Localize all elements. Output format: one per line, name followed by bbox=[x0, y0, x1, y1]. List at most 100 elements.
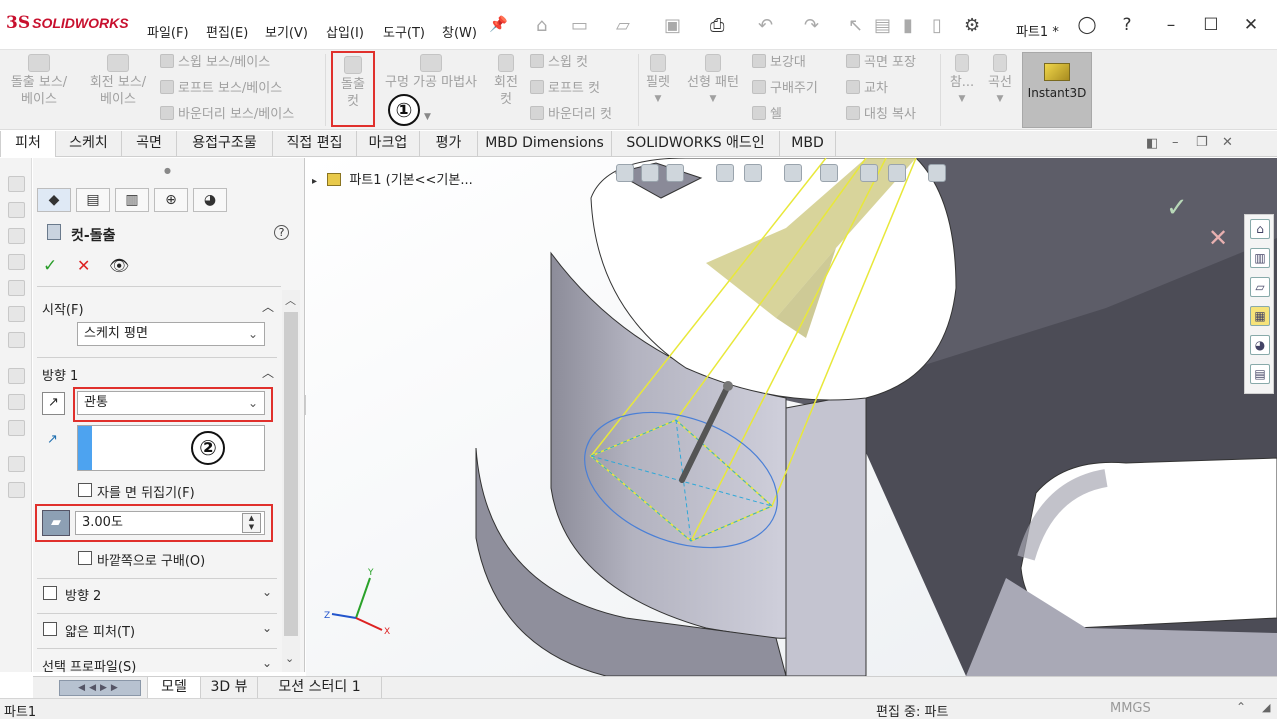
strip-tool-icon[interactable] bbox=[8, 482, 25, 498]
strip-tool-icon[interactable] bbox=[8, 420, 25, 436]
open-folder-icon[interactable]: ▱ bbox=[616, 15, 630, 36]
hide-show-items-icon[interactable] bbox=[820, 164, 838, 182]
edit-appearance-icon[interactable] bbox=[860, 164, 878, 182]
status-units[interactable]: MMGS bbox=[1110, 701, 1151, 716]
zoom-to-area-icon[interactable] bbox=[641, 164, 659, 182]
custom-properties-icon[interactable]: ▤ bbox=[1250, 364, 1270, 384]
tab-direct-editing[interactable]: 직접 편집 bbox=[273, 131, 357, 157]
view-settings-icon[interactable] bbox=[928, 164, 946, 182]
swept-cut-button[interactable]: 스윕 컷 bbox=[530, 54, 588, 71]
new-document-icon[interactable]: ▭ bbox=[571, 15, 588, 36]
tab-solidworks-addins[interactable]: SOLIDWORKS 애드인 bbox=[612, 131, 780, 157]
draft-button[interactable]: 구배주기 bbox=[752, 80, 818, 97]
collapse-direction1-icon[interactable]: ︿ bbox=[262, 364, 274, 381]
units-dropdown-icon[interactable]: ⌃ bbox=[1236, 700, 1246, 714]
direction2-checkbox[interactable] bbox=[43, 586, 57, 600]
tab-model[interactable]: 모델 bbox=[147, 677, 201, 699]
feature-manager-tab-icon[interactable]: ◆ bbox=[37, 188, 71, 212]
rebuild-icon[interactable]: ▤ bbox=[874, 15, 891, 36]
reference-geometry-button[interactable]: 참... ▼ bbox=[944, 54, 980, 108]
rib-button[interactable]: 보강대 bbox=[752, 54, 806, 71]
strip-tool-icon[interactable] bbox=[8, 368, 25, 384]
strip-tool-icon[interactable] bbox=[8, 202, 25, 218]
previous-view-icon[interactable] bbox=[666, 164, 684, 182]
display-style-icon[interactable] bbox=[784, 164, 802, 182]
wrap-button[interactable]: 곡면 포장 bbox=[846, 54, 916, 71]
tab-markup[interactable]: 마크업 bbox=[357, 131, 420, 157]
close-button[interactable]: ✕ bbox=[1240, 14, 1262, 36]
reverse-direction-icon[interactable]: ↗ bbox=[42, 392, 65, 415]
detailed-preview-eye-icon[interactable]: 👁 bbox=[109, 256, 129, 275]
linear-pattern-button[interactable]: 선형 패턴 ▼ bbox=[680, 54, 746, 108]
menu-tools[interactable]: 도구(T) bbox=[383, 22, 425, 41]
panel-scrollbar[interactable]: ︿ ⌄ bbox=[282, 290, 300, 672]
traffic-light-icon[interactable]: ▮ bbox=[903, 15, 913, 36]
maximize-button[interactable]: ☐ bbox=[1200, 14, 1222, 36]
end-condition-dropdown[interactable]: 관통 ⌄ bbox=[77, 391, 265, 415]
zoom-to-fit-icon[interactable] bbox=[616, 164, 634, 182]
select-arrow-icon[interactable]: ↖ bbox=[848, 15, 863, 36]
boundary-boss-button[interactable]: 바운더리 보스/베이스 bbox=[160, 106, 294, 123]
expand-direction2-icon[interactable]: ⌄ bbox=[262, 585, 272, 599]
doc-close-icon[interactable]: ✕ bbox=[1222, 135, 1233, 150]
lofted-boss-button[interactable]: 로프트 보스/베이스 bbox=[160, 80, 282, 97]
mirror-button[interactable]: 대칭 복사 bbox=[846, 106, 916, 123]
lofted-cut-button[interactable]: 로프트 컷 bbox=[530, 80, 600, 97]
hole-wizard-button[interactable]: 구멍 가공 마법사 bbox=[376, 54, 486, 91]
minimize-button[interactable]: – bbox=[1160, 14, 1182, 36]
curves-button[interactable]: 곡선 ▼ bbox=[982, 54, 1018, 108]
scroll-down-icon[interactable]: ⌄ bbox=[285, 652, 294, 665]
draft-outward-checkbox[interactable] bbox=[78, 551, 92, 565]
tab-evaluate[interactable]: 평가 bbox=[420, 131, 478, 157]
strip-tool-icon[interactable] bbox=[8, 176, 25, 192]
linear-pattern-dropdown-icon[interactable]: ▼ bbox=[680, 91, 746, 108]
start-section-label[interactable]: 시작(F) bbox=[42, 299, 84, 318]
revolved-boss-button[interactable]: 회전 보스/ 베이스 bbox=[84, 54, 152, 108]
menu-edit[interactable]: 편집(E) bbox=[206, 22, 248, 41]
direction1-section-label[interactable]: 방향 1 bbox=[42, 365, 78, 384]
extruded-cut-button[interactable]: 돌출 컷 bbox=[331, 51, 375, 127]
strip-tool-icon[interactable] bbox=[8, 332, 25, 348]
tab-mbd[interactable]: MBD bbox=[780, 131, 836, 157]
file-properties-icon[interactable]: ▯ bbox=[932, 15, 942, 36]
file-explorer-icon[interactable]: ▱ bbox=[1250, 277, 1270, 297]
hole-wizard-dropdown-icon[interactable]: ▼ bbox=[424, 112, 431, 122]
scrollbar-thumb[interactable] bbox=[284, 312, 298, 636]
boundary-cut-button[interactable]: 바운더리 컷 bbox=[530, 106, 612, 123]
tab-3d-views[interactable]: 3D 뷰 bbox=[201, 677, 258, 699]
help-balloon-icon[interactable]: ◢ bbox=[1262, 701, 1270, 714]
solidworks-logo[interactable]: 3S SOLIDWORKS bbox=[6, 12, 129, 34]
draft-angle-input[interactable]: 3.00도 ▲ ▼ bbox=[75, 511, 265, 535]
panel-toggle-icon[interactable]: ◧ bbox=[1146, 136, 1158, 151]
curves-dropdown-icon[interactable]: ▼ bbox=[982, 91, 1018, 108]
menu-window[interactable]: 창(W) bbox=[442, 22, 477, 41]
start-condition-dropdown[interactable]: 스케치 평면 ⌄ bbox=[77, 322, 265, 346]
extruded-boss-button[interactable]: 돌출 보스/ 베이스 bbox=[8, 54, 70, 108]
tab-surfaces[interactable]: 곡면 bbox=[122, 131, 177, 157]
home-icon[interactable]: ⌂ bbox=[536, 15, 547, 36]
help-icon[interactable]: ? bbox=[274, 225, 289, 240]
redo-icon[interactable]: ↷ bbox=[804, 15, 819, 36]
section-view-icon[interactable] bbox=[716, 164, 734, 182]
home-icon[interactable]: ⌂ bbox=[1250, 219, 1270, 239]
save-icon[interactable]: ▣ bbox=[664, 15, 681, 36]
fillet-dropdown-icon[interactable]: ▼ bbox=[640, 91, 676, 108]
configuration-manager-tab-icon[interactable]: ▥ bbox=[115, 188, 149, 212]
tab-scroll-arrows-icon[interactable]: ◀◀▶▶ bbox=[59, 680, 141, 696]
menu-view[interactable]: 보기(V) bbox=[265, 22, 308, 41]
menu-file[interactable]: 파일(F) bbox=[147, 22, 189, 41]
tab-features[interactable]: 피처 bbox=[0, 131, 56, 157]
intersect-button[interactable]: 교차 bbox=[846, 80, 888, 97]
options-gear-icon[interactable]: ⚙ bbox=[964, 15, 980, 36]
dimxpert-manager-tab-icon[interactable]: ⊕ bbox=[154, 188, 188, 212]
tab-motion-study[interactable]: 모션 스터디 1 bbox=[258, 677, 382, 699]
expand-arrow-icon[interactable]: ▸ bbox=[312, 176, 317, 187]
tab-weldments[interactable]: 용접구조물 bbox=[177, 131, 273, 157]
property-manager-tab-icon[interactable]: ▤ bbox=[76, 188, 110, 212]
strip-tool-icon[interactable] bbox=[8, 280, 25, 296]
tab-sketch[interactable]: 스케치 bbox=[56, 131, 122, 157]
swept-boss-button[interactable]: 스윕 보스/베이스 bbox=[160, 54, 270, 71]
appearances-icon[interactable]: ◕ bbox=[1250, 335, 1270, 355]
thin-feature-checkbox[interactable] bbox=[43, 622, 57, 636]
print-icon[interactable]: ⎙ bbox=[710, 15, 724, 36]
